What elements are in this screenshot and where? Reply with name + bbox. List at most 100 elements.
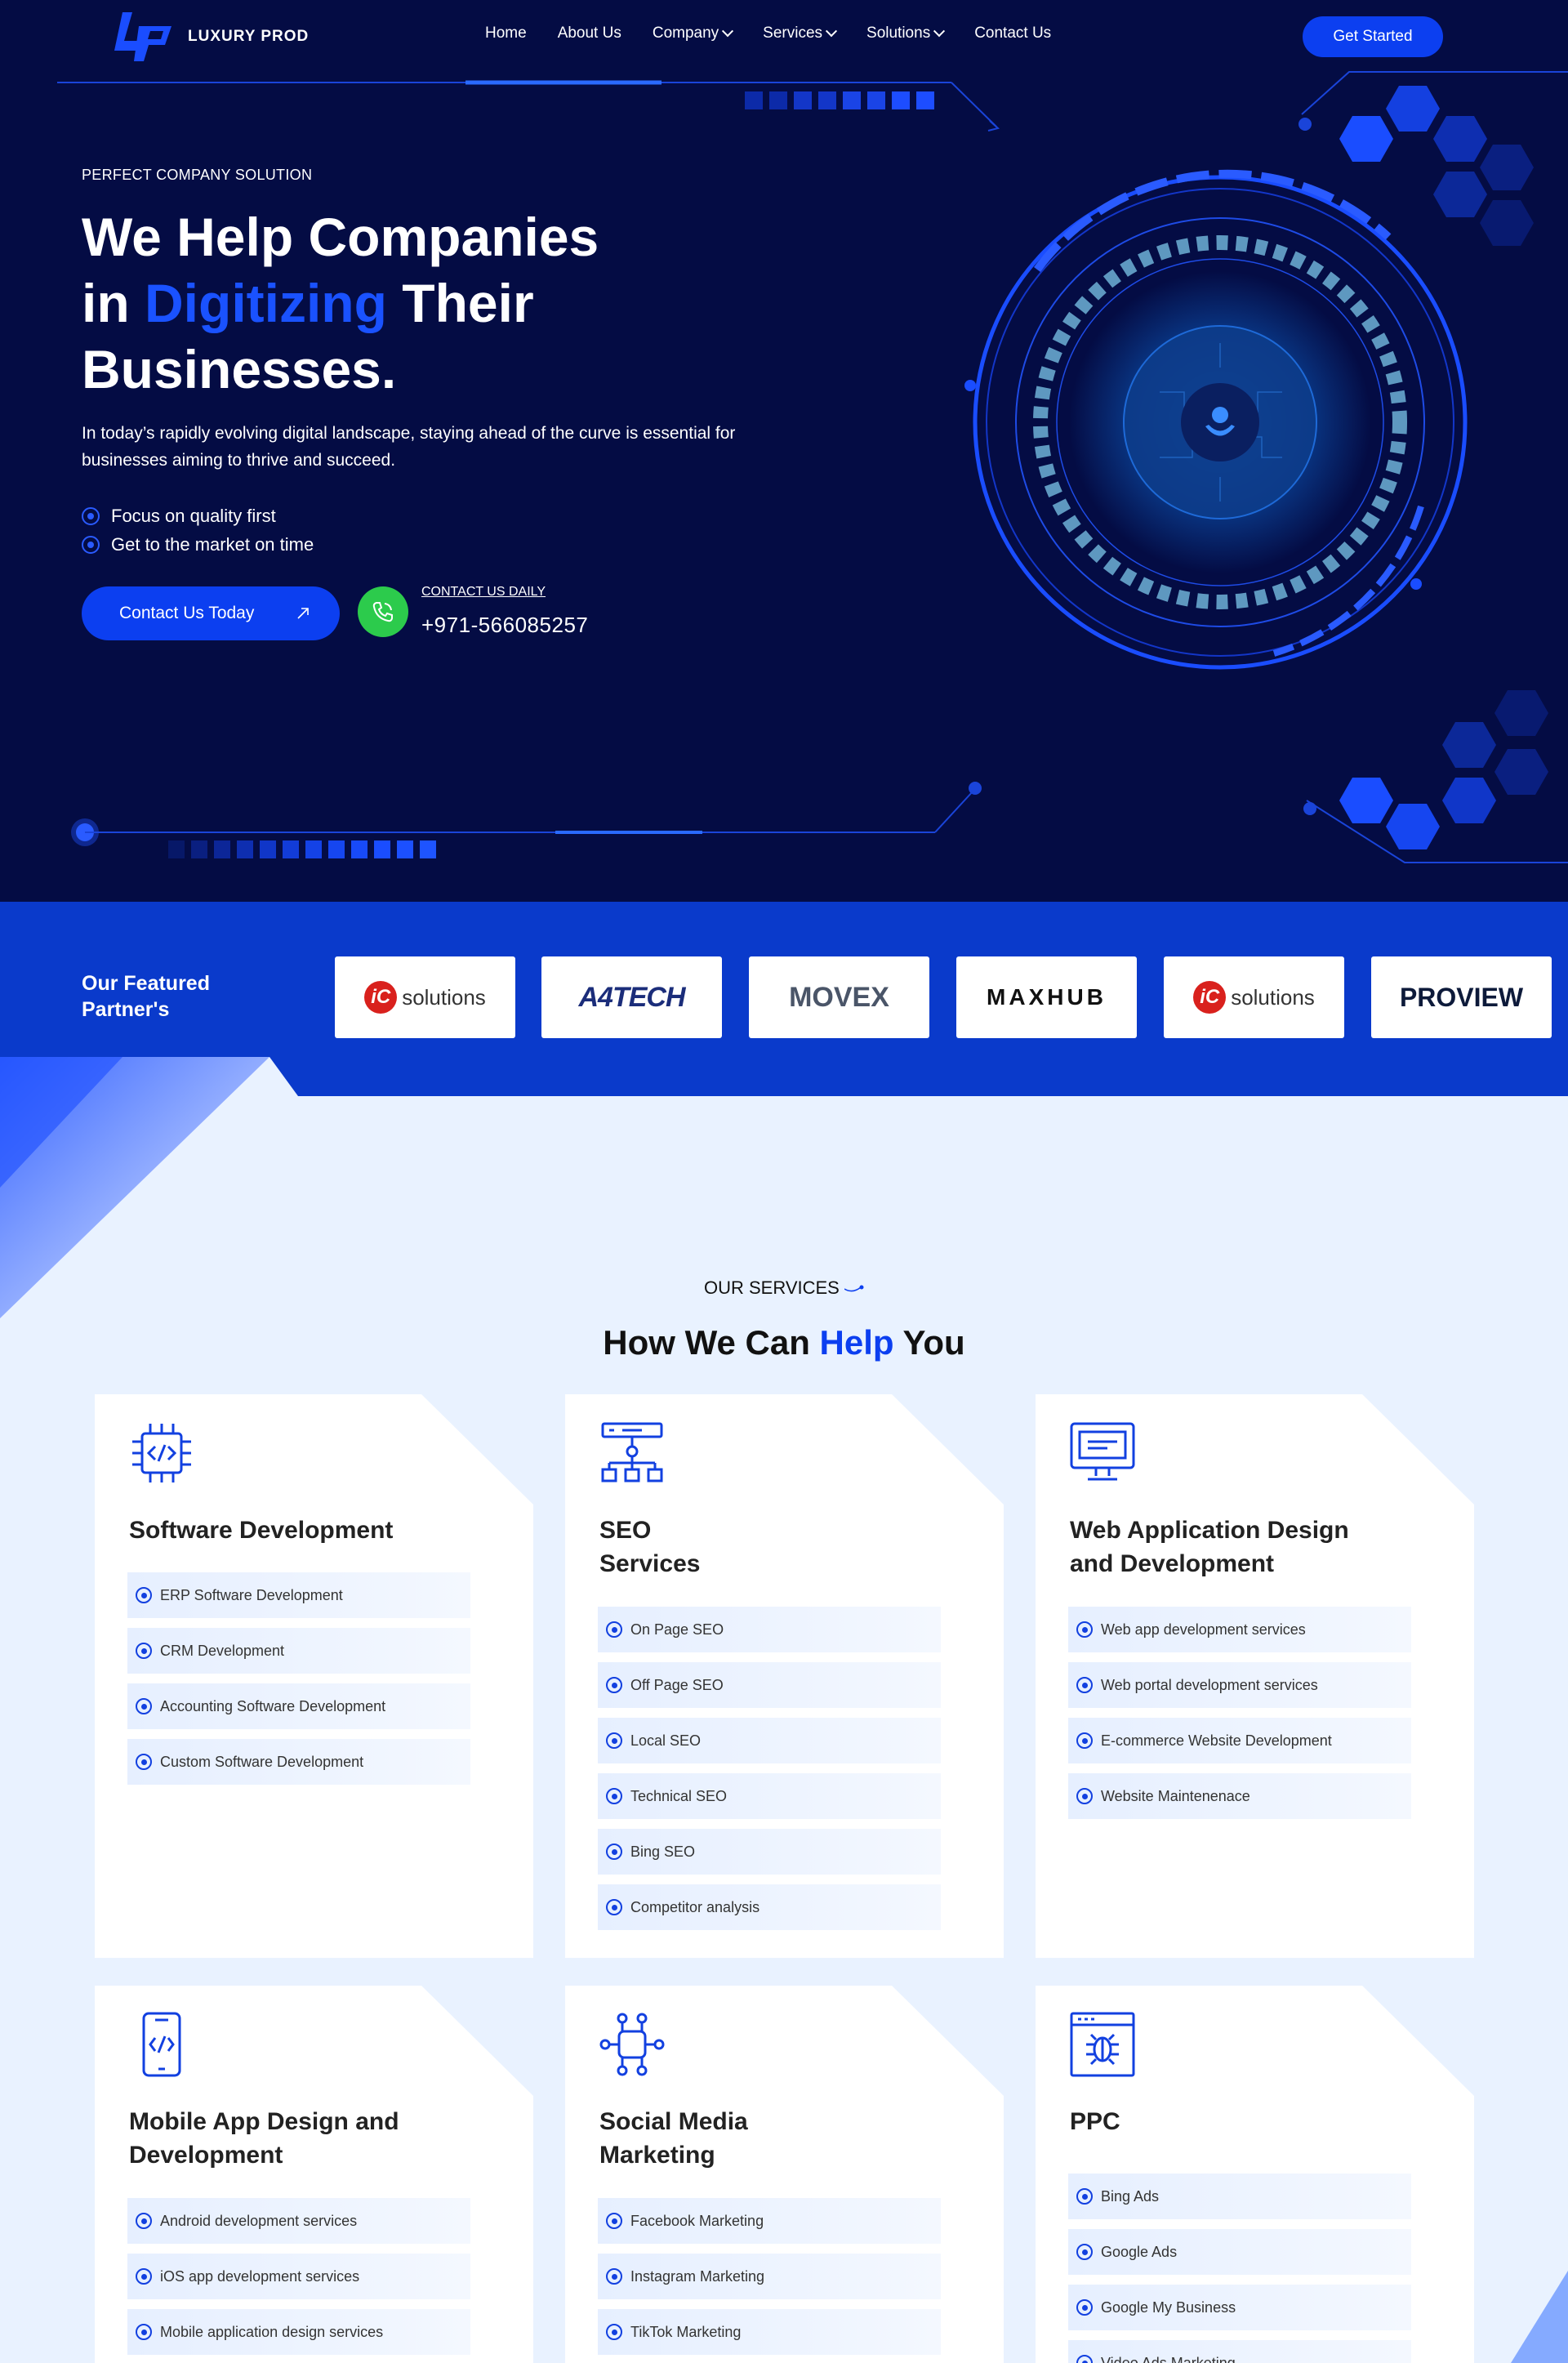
- list-item[interactable]: Custom Software Development: [127, 1739, 470, 1785]
- list-item[interactable]: Google My Business: [1068, 2285, 1411, 2330]
- list-item[interactable]: Bing SEO: [598, 1829, 941, 1875]
- radio-dot-icon: [606, 1677, 622, 1693]
- radio-dot-icon: [1076, 1732, 1093, 1749]
- phone-label[interactable]: CONTACT US DAILY: [421, 585, 546, 600]
- phone-icon[interactable]: [358, 586, 408, 637]
- phone-number[interactable]: +971-566085257: [421, 613, 588, 638]
- list-item[interactable]: Web app development services: [1068, 1607, 1411, 1652]
- list-item[interactable]: E-commerce Website Development: [1068, 1718, 1411, 1763]
- phone-handset-icon: [372, 602, 393, 622]
- list-item[interactable]: iOS app development services: [127, 2254, 470, 2299]
- nav-home[interactable]: Home: [485, 25, 527, 42]
- list-item[interactable]: CRM Development: [127, 1628, 470, 1674]
- card-list: Android development services iOS app dev…: [127, 2198, 470, 2363]
- radio-dot-icon: [136, 1698, 152, 1714]
- partner-logo-maxhub[interactable]: MAXHUB: [956, 956, 1137, 1038]
- list-item-text: Website Maintenenace: [1101, 1787, 1250, 1804]
- list-item[interactable]: ERP Software Development: [127, 1572, 470, 1618]
- contact-us-today-button[interactable]: Contact Us Today: [82, 586, 340, 640]
- radio-dot-icon: [136, 1587, 152, 1603]
- list-item-text: ERP Software Development: [160, 1586, 343, 1603]
- partner-mark: iC: [364, 981, 398, 1014]
- card-title: SEO Services: [599, 1514, 910, 1581]
- list-item-text: Web app development services: [1101, 1621, 1306, 1638]
- card-list: On Page SEO Off Page SEO Local SEO Techn…: [598, 1607, 941, 1940]
- partner-logo-a4tech[interactable]: A4TECH: [541, 956, 722, 1038]
- main-menu: Home About Us Company Services Solutions…: [485, 25, 1082, 42]
- radio-dot-icon: [606, 2268, 622, 2285]
- radio-dot-icon: [136, 1754, 152, 1770]
- hero-bullet: Get to the market on time: [82, 530, 314, 559]
- card-title-line2: Development: [129, 2142, 283, 2169]
- service-card-ppc[interactable]: PPC Bing Ads Google Ads Google My Busine…: [1036, 1986, 1474, 2363]
- hero-title-line2-pre: in: [82, 273, 145, 333]
- card-title: Social Media Marketing: [599, 2105, 910, 2172]
- partner-logo-proview[interactable]: PROVIEW: [1371, 956, 1552, 1038]
- list-item-text: Accounting Software Development: [160, 1697, 386, 1714]
- list-item[interactable]: Mobile application design services: [127, 2309, 470, 2355]
- list-item[interactable]: TikTok Marketing: [598, 2309, 941, 2355]
- monitor-icon: [1070, 1422, 1135, 1481]
- list-item[interactable]: Video Ads Marketing: [1068, 2340, 1411, 2363]
- hero-bullet: Focus on quality first: [82, 502, 314, 530]
- service-card-social-media[interactable]: Social Media Marketing Facebook Marketing…: [565, 1986, 1004, 2363]
- chip-code-icon: [132, 1424, 191, 1482]
- nav-services[interactable]: Services: [763, 25, 838, 42]
- partner-logo-movex[interactable]: MOVEX: [749, 956, 929, 1038]
- nav-about-label: About Us: [557, 25, 621, 42]
- partner-logo-ic-solutions-2[interactable]: iC solutions: [1164, 956, 1344, 1038]
- list-item-text: On Page SEO: [630, 1621, 724, 1638]
- partner-logo-ic-solutions[interactable]: iC solutions: [335, 956, 515, 1038]
- list-item[interactable]: Competitor analysis: [598, 1884, 941, 1930]
- radio-dot-icon: [606, 1732, 622, 1749]
- radio-dot-icon: [606, 2324, 622, 2340]
- partner-name: MOVEX: [789, 981, 889, 1013]
- radio-dot-icon: [1076, 1621, 1093, 1638]
- list-item[interactable]: Accounting Software Development: [127, 1683, 470, 1729]
- nav-contact[interactable]: Contact Us: [974, 25, 1051, 42]
- hero-title-line1: We Help Companies: [82, 207, 599, 267]
- list-item-text: Video Ads Marketing: [1101, 2354, 1236, 2363]
- service-card-mobile-app[interactable]: Mobile App Design and Development Android…: [95, 1986, 533, 2363]
- services-label-text: OUR SERVICES: [704, 1277, 840, 1298]
- partner-logo-content: iC solutions: [1193, 981, 1315, 1014]
- browser-bug-icon: [1070, 2012, 1135, 2077]
- partners-title-line2: Partner's: [82, 998, 170, 1021]
- partner-logo-content: PROVIEW: [1400, 983, 1523, 1013]
- radio-dot-icon: [606, 1844, 622, 1860]
- list-item[interactable]: Website Maintenenace: [1068, 1773, 1411, 1819]
- list-item[interactable]: Technical SEO: [598, 1773, 941, 1819]
- list-item[interactable]: Bing Ads: [1068, 2174, 1411, 2219]
- service-card-software[interactable]: Software Development ERP Software Develo…: [95, 1394, 533, 1958]
- card-list: Bing Ads Google Ads Google My Business V…: [1068, 2174, 1411, 2363]
- hero-title: We Help Companies in Digitizing Their Bu…: [82, 204, 702, 403]
- radio-dot-icon: [136, 1643, 152, 1659]
- partners-title: Our Featured Partner's: [82, 970, 210, 1023]
- list-item[interactable]: On Page SEO: [598, 1607, 941, 1652]
- list-item[interactable]: Off Page SEO: [598, 1662, 941, 1708]
- list-item[interactable]: Local SEO: [598, 1718, 941, 1763]
- page: LUXURY PROD Home About Us Company Servic…: [0, 0, 1568, 2363]
- radio-dot-icon: [1076, 2355, 1093, 2363]
- list-item[interactable]: Facebook Marketing: [598, 2198, 941, 2244]
- partner-logo-content: iC solutions: [364, 981, 486, 1014]
- services-title-highlight: Help: [819, 1323, 894, 1362]
- list-item[interactable]: Instagram Marketing: [598, 2254, 941, 2299]
- chevron-down-icon: [722, 25, 734, 38]
- card-title-line1: SEO: [599, 1517, 652, 1544]
- nav-solutions-label: Solutions: [866, 25, 931, 42]
- partner-name: solutions: [1231, 984, 1315, 1010]
- logo[interactable]: LUXURY PROD: [114, 8, 309, 65]
- service-card-seo[interactable]: SEO Services On Page SEO Off Page SEO Loc…: [565, 1394, 1004, 1958]
- list-item[interactable]: Android development services: [127, 2198, 470, 2244]
- card-title-line1: PPC: [1070, 2108, 1120, 2135]
- nav-about[interactable]: About Us: [558, 25, 621, 42]
- list-item[interactable]: Web portal development services: [1068, 1662, 1411, 1708]
- list-item[interactable]: Google Ads: [1068, 2229, 1411, 2275]
- nav-solutions[interactable]: Solutions: [866, 25, 946, 42]
- service-card-web-app[interactable]: Web Application Design and Development We…: [1036, 1394, 1474, 1958]
- list-item-text: Facebook Marketing: [630, 2212, 764, 2229]
- nav-company[interactable]: Company: [653, 25, 734, 42]
- get-started-button[interactable]: Get Started: [1303, 16, 1443, 57]
- nav-services-label: Services: [763, 25, 823, 42]
